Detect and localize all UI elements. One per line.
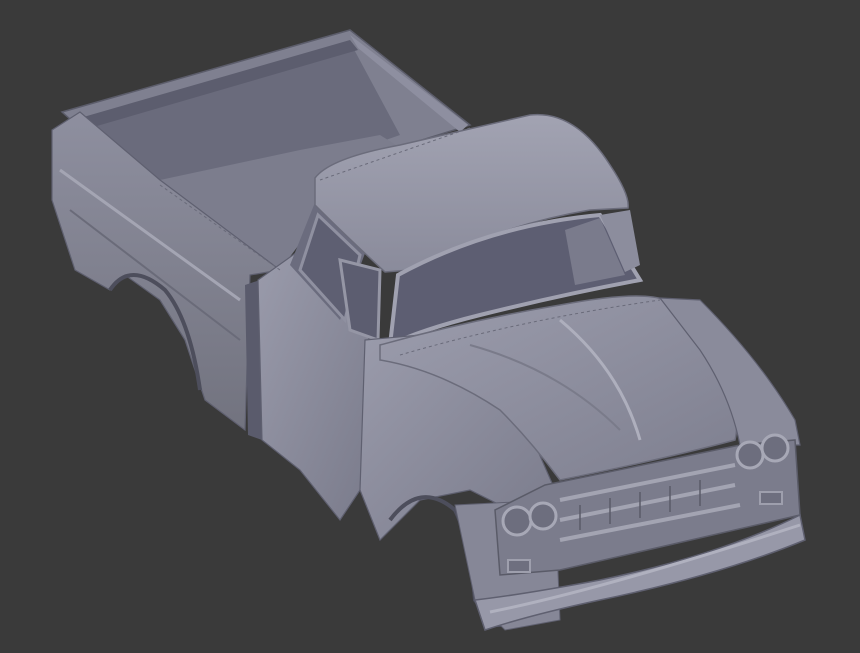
- headlight-left-outer: [501, 505, 533, 537]
- truck-render: [51, 29, 806, 631]
- headlight-left-inner: [528, 501, 558, 531]
- headlight-right-outer: [760, 433, 790, 463]
- 3d-viewport[interactable]: [0, 0, 860, 653]
- headlight-right-inner: [735, 440, 765, 470]
